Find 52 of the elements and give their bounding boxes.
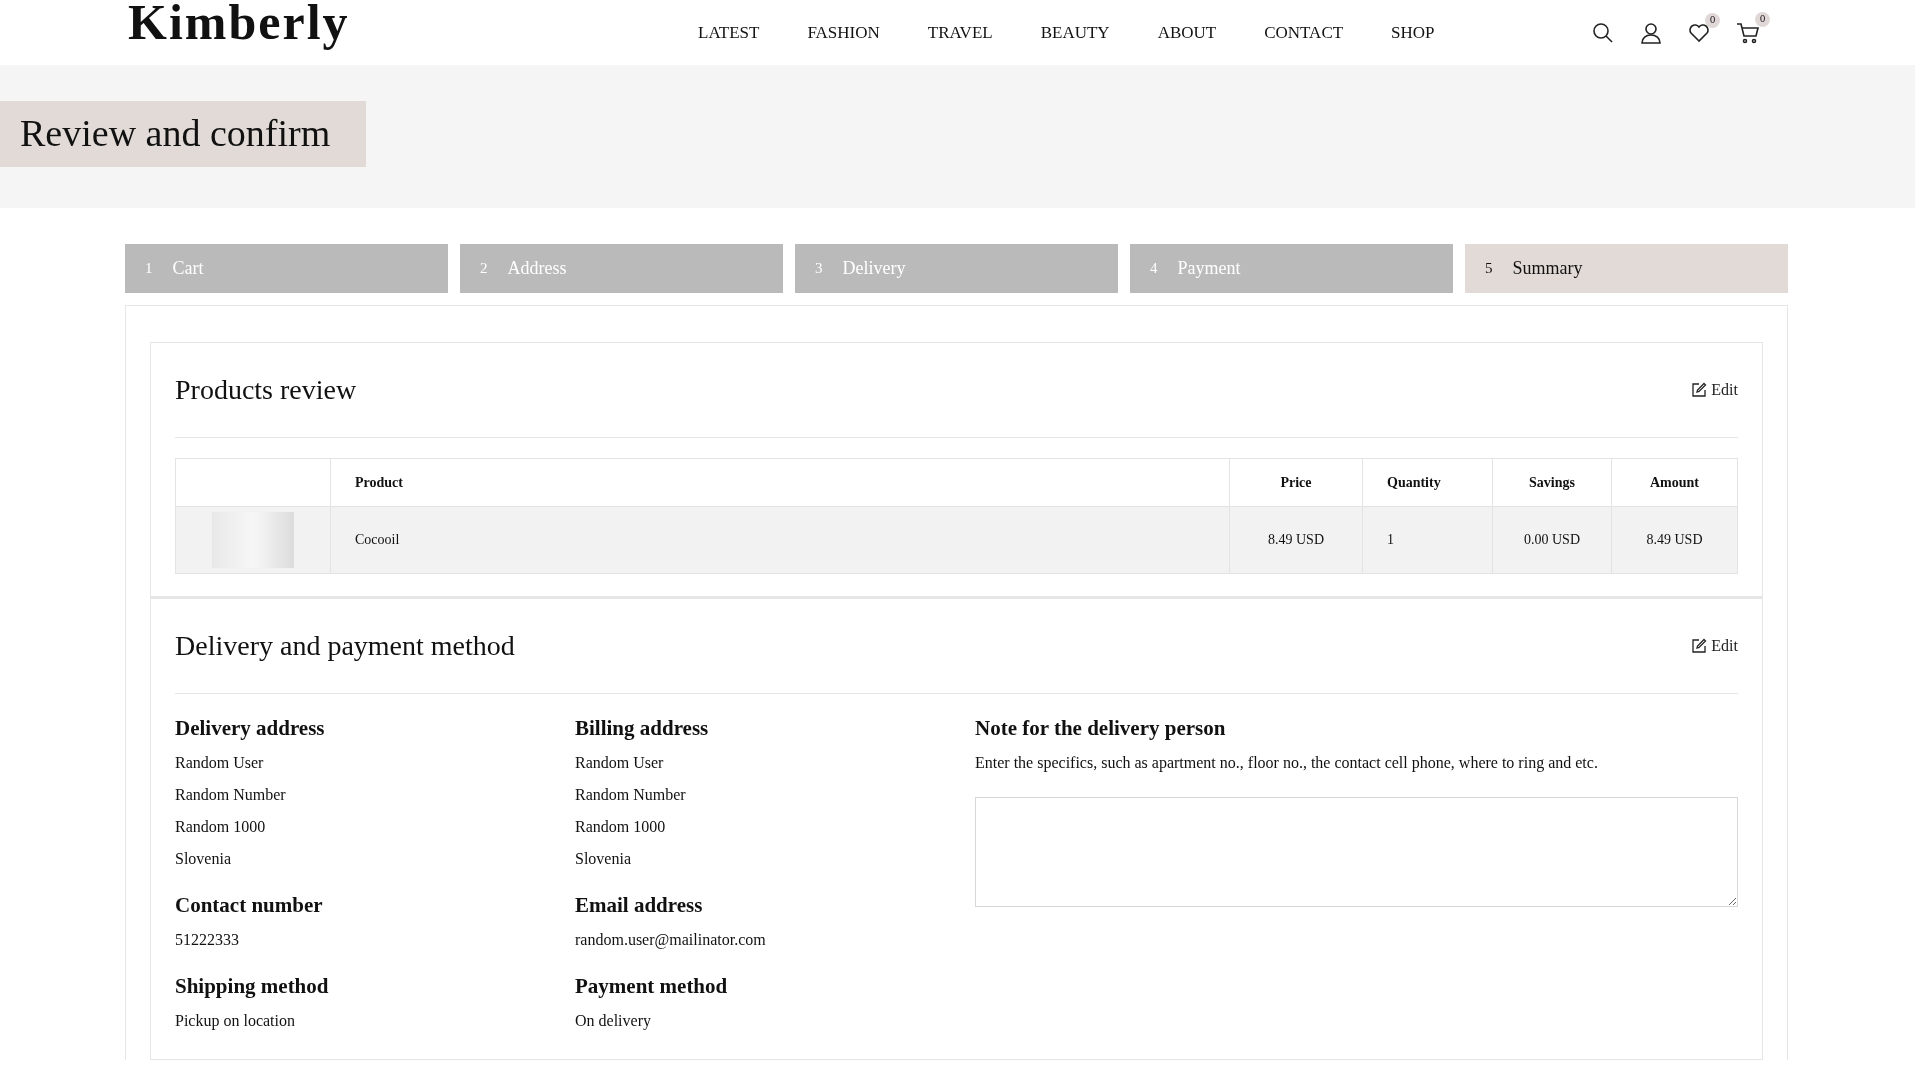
checkout-step-tab[interactable]: 5 Summary	[1465, 244, 1788, 293]
info-text: Random User	[175, 753, 265, 773]
edit-link[interactable]: Edit	[1691, 637, 1738, 655]
nav-link[interactable]: TRAVEL	[927, 22, 993, 43]
nav-link[interactable]: FASHION	[807, 22, 880, 43]
column-header: Savings	[1492, 458, 1612, 507]
page-title: Review and confirm	[0, 101, 367, 167]
note-input-field[interactable]	[975, 797, 1738, 907]
table-cell: 1	[1362, 506, 1493, 574]
table-cell: 8.49 USD	[1229, 506, 1363, 574]
info-heading: Note for the delivery person	[975, 716, 1227, 741]
column-header: Amount	[1611, 458, 1738, 507]
info-heading: Contact number	[175, 893, 324, 918]
info-heading: Billing address	[575, 716, 710, 741]
info-text: Random User	[575, 753, 665, 773]
section-title: Delivery and payment method	[175, 630, 515, 662]
info-heading: Email address	[575, 893, 704, 918]
info-text: Random Number	[175, 785, 287, 805]
nav-link[interactable]: SHOP	[1391, 22, 1435, 43]
nav-link[interactable]: ABOUT	[1157, 22, 1217, 43]
info-text: 51222333	[175, 930, 240, 950]
cart-count-badge: 0	[1755, 11, 1770, 27]
cart-icon[interactable]	[1736, 21, 1760, 44]
info-text: On delivery	[575, 1011, 652, 1032]
column-header: Price	[1229, 458, 1363, 507]
edit-icon	[1691, 638, 1708, 654]
info-text: Random 1000	[575, 817, 667, 837]
table-cell: Cocooil	[330, 506, 1230, 574]
info-text: Random Number	[575, 785, 687, 805]
search-icon[interactable]	[1592, 21, 1614, 44]
nav-link[interactable]: LATEST	[698, 22, 760, 43]
nav-link[interactable]: BEAUTY	[1040, 22, 1110, 43]
info-text: Slovenia	[175, 849, 232, 869]
table-cell: 0.00 USD	[1492, 506, 1612, 574]
heart-icon[interactable]	[1688, 22, 1710, 43]
edit-link[interactable]: Edit	[1691, 381, 1738, 399]
nav-link[interactable]: CONTACT	[1264, 22, 1344, 43]
info-text: Slovenia	[575, 849, 632, 869]
user-icon[interactable]	[1640, 21, 1662, 44]
note-hint: Enter the specifics, such as apartment no., floor no., the contact cell phone, where to ring and etc.	[975, 753, 1599, 774]
info-heading: Shipping method	[175, 974, 330, 999]
info-text: Pickup on location	[175, 1011, 296, 1032]
info-text: random.user@mailinator.com	[575, 930, 767, 951]
table-cell: 8.49 USD	[1611, 506, 1738, 574]
section-title: Products review	[175, 374, 357, 406]
info-heading: Delivery address	[175, 716, 326, 741]
edit-icon	[1691, 382, 1708, 398]
column-header: Quantity	[1362, 458, 1493, 507]
info-heading: Payment method	[575, 974, 729, 999]
wishlist-count-badge: 0	[1705, 12, 1720, 28]
column-header: Product	[330, 458, 1230, 507]
info-text: Random 1000	[175, 817, 267, 837]
